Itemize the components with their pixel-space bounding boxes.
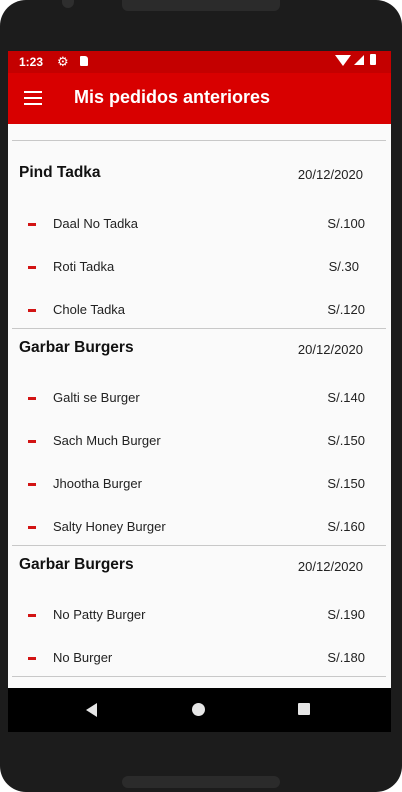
order-item: Daal No Tadka S/.100 [8, 214, 391, 236]
divider [12, 328, 386, 329]
order-item: Roti Tadka S/.30 [8, 257, 391, 279]
cell-signal-icon [354, 55, 364, 65]
order-date: 20/12/2020 [297, 342, 363, 357]
order-item: No Patty Burger S/.190 [8, 605, 391, 627]
system-nav-bar [8, 688, 391, 732]
item-price: S/.160 [327, 519, 365, 534]
order-item: Sach Much Burger S/.150 [8, 431, 391, 453]
item-price: S/.190 [327, 607, 365, 622]
order-item: Chole Tadka S/.120 [8, 300, 391, 322]
phone-frame: 1:23 ⚙ Mis pedidos anteriores Pind Tadka… [0, 0, 402, 792]
bullet-dash-icon [28, 483, 36, 486]
item-name: Jhootha Burger [53, 476, 142, 491]
divider [12, 545, 386, 546]
orders-list[interactable]: Pind Tadka 20/12/2020 Daal No Tadka S/.1… [8, 124, 391, 688]
item-name: No Burger [53, 650, 113, 665]
bullet-dash-icon [28, 266, 36, 269]
recents-square-icon[interactable] [298, 703, 310, 715]
item-name: Salty Honey Burger [53, 519, 166, 534]
back-triangle-icon[interactable] [86, 703, 97, 717]
bullet-dash-icon [28, 223, 36, 226]
item-name: Sach Much Burger [53, 433, 161, 448]
item-price: S/.30 [328, 259, 359, 274]
item-price: S/.140 [327, 390, 365, 405]
item-name: Chole Tadka [53, 302, 126, 317]
order-restaurant-name: Pind Tadka [19, 164, 101, 181]
item-name: Galti se Burger [53, 390, 140, 405]
status-bar: 1:23 ⚙ [8, 51, 391, 73]
divider [12, 676, 386, 677]
app-bar: Mis pedidos anteriores [8, 73, 391, 124]
page-title: Mis pedidos anteriores [74, 87, 271, 107]
item-price: S/.180 [327, 650, 365, 665]
bullet-dash-icon [28, 309, 36, 312]
bullet-dash-icon [28, 614, 36, 617]
wifi-icon [335, 55, 351, 66]
order-item: Galti se Burger S/.140 [8, 388, 391, 410]
screen: 1:23 ⚙ Mis pedidos anteriores Pind Tadka… [8, 51, 391, 732]
item-price: S/.150 [327, 476, 365, 491]
bullet-dash-icon [28, 440, 36, 443]
divider [12, 140, 386, 141]
item-price: S/.120 [327, 302, 365, 317]
battery-icon [370, 54, 376, 65]
item-name: No Patty Burger [53, 607, 146, 622]
settings-gear-icon: ⚙ [57, 54, 69, 69]
order-item: Salty Honey Burger S/.160 [8, 517, 391, 539]
order-restaurant-name: Garbar Burgers [19, 339, 134, 356]
front-camera [62, 0, 74, 8]
item-name: Roti Tadka [53, 259, 115, 274]
order-date: 20/12/2020 [297, 167, 363, 182]
order-date: 20/12/2020 [297, 559, 363, 574]
sd-card-icon [80, 56, 88, 66]
bullet-dash-icon [28, 397, 36, 400]
order-item: No Burger S/.180 [8, 648, 391, 670]
bullet-dash-icon [28, 657, 36, 660]
hamburger-menu-icon[interactable] [24, 91, 42, 105]
home-circle-icon[interactable] [192, 703, 205, 716]
item-price: S/.150 [327, 433, 365, 448]
bottom-speaker [122, 776, 280, 788]
order-restaurant-name: Garbar Burgers [19, 556, 134, 573]
bullet-dash-icon [28, 526, 36, 529]
top-speaker [122, 0, 280, 11]
order-item: Jhootha Burger S/.150 [8, 474, 391, 496]
item-name: Daal No Tadka [53, 216, 139, 231]
item-price: S/.100 [327, 216, 365, 231]
status-time: 1:23 [19, 55, 44, 69]
